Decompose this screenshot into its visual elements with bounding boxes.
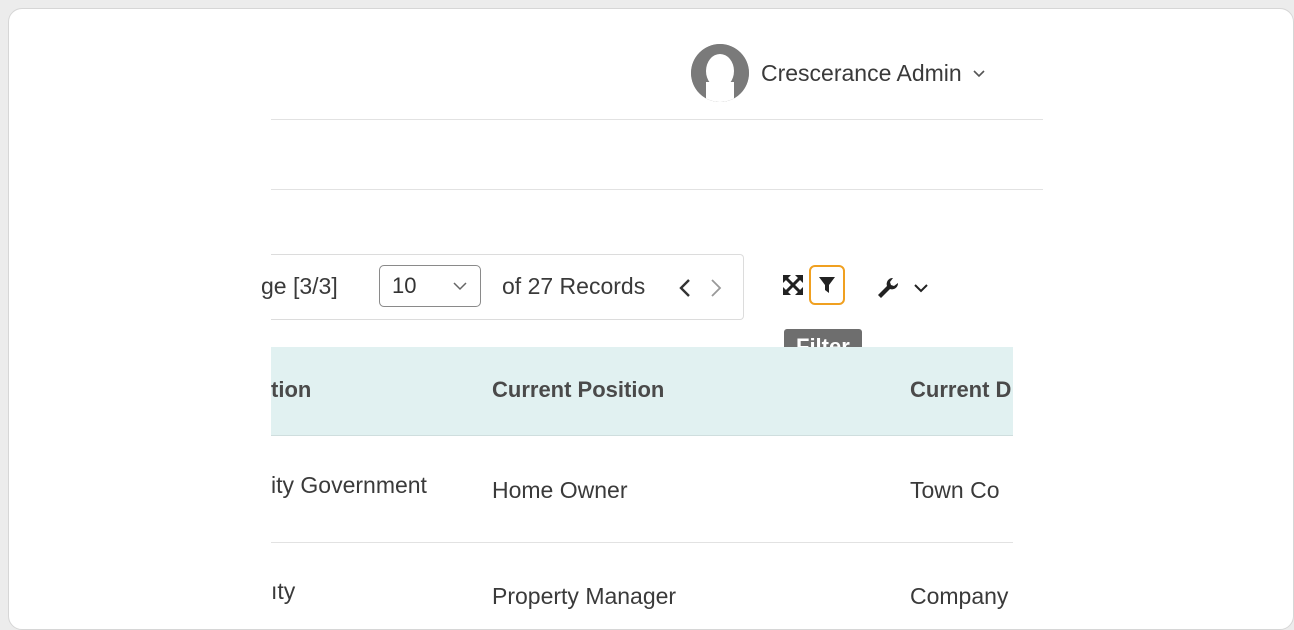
per-page-select[interactable]: 10 xyxy=(379,265,481,307)
table-row[interactable]: ıty Property Manager Company xyxy=(271,542,1013,629)
filter-button[interactable] xyxy=(809,265,845,305)
per-page-value: 10 xyxy=(392,273,417,298)
pagination-bar: ge [3/3] 10 of 27 Records xyxy=(261,254,744,320)
divider xyxy=(271,189,1043,190)
records-count: of 27 Records xyxy=(502,273,646,299)
wrench-icon[interactable] xyxy=(875,275,901,301)
chevron-down-icon[interactable] xyxy=(972,66,986,80)
table-cell: ıty xyxy=(271,578,296,604)
user-avatar-icon xyxy=(691,44,749,102)
user-menu[interactable]: Crescerance Admin xyxy=(691,44,986,102)
table-cell: Company xyxy=(910,583,1009,609)
chevron-down-icon[interactable] xyxy=(913,281,929,295)
column-header[interactable]: Current Position xyxy=(492,377,664,403)
column-header[interactable]: Current D xyxy=(910,377,1011,403)
table-cell: Town Co xyxy=(910,477,1000,503)
table-cell: ity Government xyxy=(271,472,427,498)
table-header: tion Current Position Current D xyxy=(271,347,1013,436)
chevron-right-icon[interactable] xyxy=(707,277,725,299)
filter-icon xyxy=(819,277,835,293)
table-cell: Home Owner xyxy=(492,477,628,503)
chevron-down-icon xyxy=(453,282,467,291)
expand-icon[interactable] xyxy=(783,275,803,295)
main-panel: Crescerance Admin ge [3/3] 10 of 27 Reco… xyxy=(8,8,1294,630)
table-cell: Property Manager xyxy=(492,583,677,609)
chevron-left-icon[interactable] xyxy=(676,277,694,299)
column-header[interactable]: tion xyxy=(271,377,311,403)
page-indicator: ge [3/3] xyxy=(261,273,338,299)
user-name: Crescerance Admin xyxy=(761,59,962,86)
divider xyxy=(271,119,1043,120)
table-row[interactable]: ity Government Home Owner Town Co xyxy=(271,436,1013,543)
